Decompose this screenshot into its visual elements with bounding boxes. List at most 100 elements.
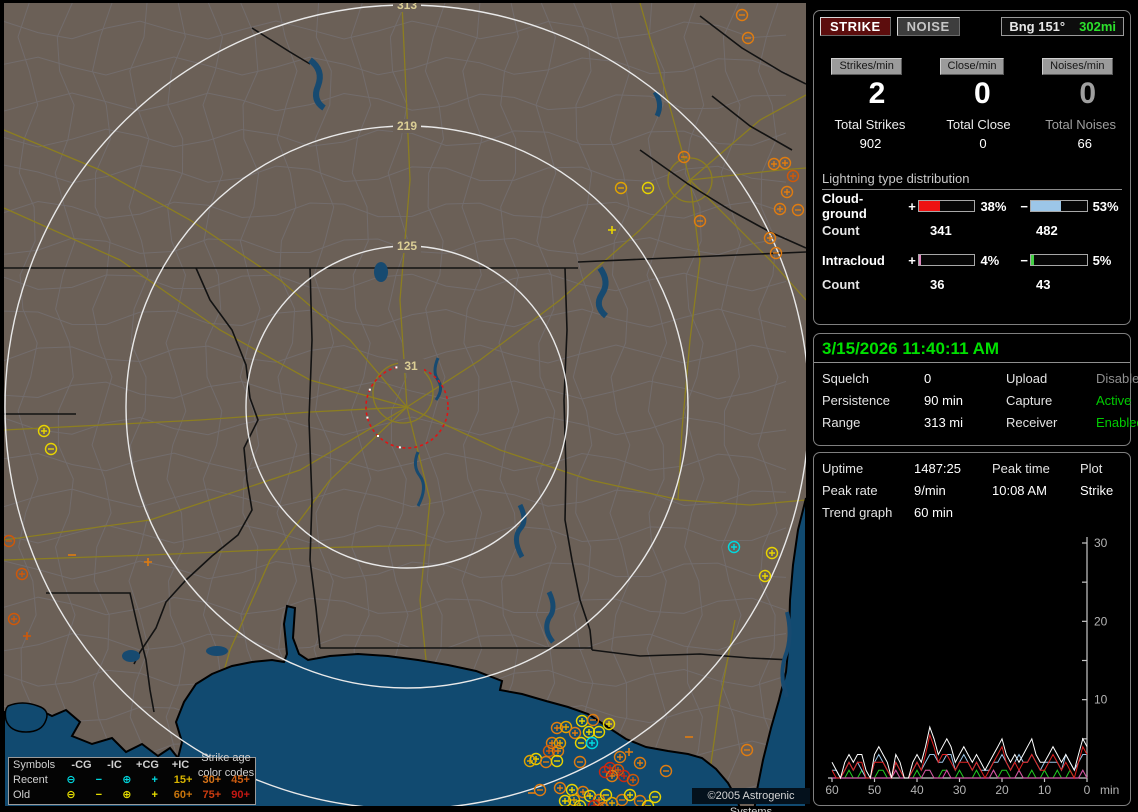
nexstorm-window: 31321912531 Symbols -CG -IC +CG +IC Stri… xyxy=(0,0,1138,812)
strikes-per-min-value: 2 xyxy=(814,77,919,111)
ic-count-label: Count xyxy=(822,277,930,292)
recent-pos-ic-icon: + xyxy=(141,773,169,788)
plus-sign: + xyxy=(906,253,918,268)
legend-recent-label: Recent xyxy=(9,773,57,788)
bearing-distance: 302mi xyxy=(1079,19,1116,34)
stats-panel: STRIKE NOISE Bng 151° 302mi Strikes/min … xyxy=(813,10,1131,325)
peak-rate-label: Peak rate xyxy=(822,483,914,498)
neg-cg-bar xyxy=(1030,200,1087,212)
capture-status: Active xyxy=(1096,393,1138,408)
trend-xtick-20: 20 xyxy=(995,783,1009,797)
pos-cg-count: 341 xyxy=(930,223,1036,238)
pos-ic-percent: 4% xyxy=(975,253,1017,268)
distribution-title: Lightning type distribution xyxy=(822,171,1122,190)
legend-col-neg-ic: -IC xyxy=(98,758,131,773)
plot-mode-value: Strike xyxy=(1080,483,1130,498)
trend-series-cg_pos xyxy=(832,735,1087,778)
receiver-label: Receiver xyxy=(1006,415,1096,430)
trend-graph: 1020306050403020100min xyxy=(814,531,1130,803)
close-per-min-chip: Close/min xyxy=(940,58,1005,75)
trend-graph-label: Trend graph xyxy=(822,505,914,520)
trend-ytick-10: 10 xyxy=(1094,693,1108,707)
legend-col-pos-cg: +CG xyxy=(131,758,164,773)
legend-col-neg-cg: -CG xyxy=(65,758,98,773)
pos-cg-bar xyxy=(918,200,975,212)
legend-symbols-label: Symbols xyxy=(9,758,65,773)
recent-pos-cg-icon: ⊕ xyxy=(113,773,141,788)
squelch-label: Squelch xyxy=(822,371,924,386)
trend-xtick-40: 40 xyxy=(910,783,924,797)
recent-neg-cg-icon: ⊖ xyxy=(57,773,85,788)
strike-legend: Symbols -CG -IC +CG +IC Strike age color… xyxy=(8,757,256,805)
neg-cg-percent: 53% xyxy=(1088,199,1130,214)
trend-xtick-10: 10 xyxy=(1038,783,1052,797)
legend-old-label: Old xyxy=(9,788,57,803)
trend-xtick-30: 30 xyxy=(953,783,967,797)
map-panel: 31321912531 Symbols -CG -IC +CG +IC Stri… xyxy=(0,0,810,812)
pos-ic-bar xyxy=(918,254,975,266)
neg-ic-count: 43 xyxy=(1036,277,1050,292)
bearing-readout: Bng 151° 302mi xyxy=(1001,17,1124,36)
uptime-value: 1487:25 xyxy=(914,461,992,476)
upload-label: Upload xyxy=(1006,371,1096,386)
status-panel: 3/15/2026 11:40:11 AM Squelch 0 Upload D… xyxy=(813,333,1131,446)
trend-window-value: 60 min xyxy=(914,505,992,520)
trend-xtick-60: 60 xyxy=(825,783,839,797)
intracloud-label: Intracloud xyxy=(822,253,906,268)
total-close-label: Total Close xyxy=(919,117,1024,132)
trend-ytick-20: 20 xyxy=(1094,614,1108,628)
old-neg-ic-icon: − xyxy=(85,788,113,803)
total-noises-label: Total Noises xyxy=(1025,117,1130,132)
old-pos-ic-icon: + xyxy=(141,788,169,803)
trend-xtick-50: 50 xyxy=(868,783,882,797)
ring-label-125: 125 xyxy=(397,239,417,253)
peak-rate-value: 9/min xyxy=(914,483,992,498)
plus-sign: + xyxy=(906,199,918,214)
age-15: 15+ xyxy=(169,773,198,788)
neg-ic-bar xyxy=(1030,254,1087,266)
session-panel: Uptime 1487:25 Peak time Plot Peak rate … xyxy=(813,452,1131,806)
neg-ic-percent: 5% xyxy=(1088,253,1130,268)
range-label: Range xyxy=(822,415,924,430)
map-canvas[interactable]: 31321912531 xyxy=(0,0,810,812)
age-75: 75+ xyxy=(197,788,226,803)
peak-time-label: Peak time xyxy=(992,461,1080,476)
legend-col-pos-ic: +IC xyxy=(164,758,197,773)
pos-cg-percent: 38% xyxy=(975,199,1017,214)
age-60: 60+ xyxy=(169,788,198,803)
recent-neg-ic-icon: − xyxy=(85,773,113,788)
ring-label-313: 313 xyxy=(397,0,417,12)
noises-per-min-value: 0 xyxy=(1025,77,1130,111)
persistence-label: Persistence xyxy=(822,393,924,408)
cloud-ground-label: Cloud-ground xyxy=(822,191,906,221)
ring-label-31: 31 xyxy=(404,359,418,373)
plot-label: Plot xyxy=(1080,461,1130,476)
age-30: 30+ xyxy=(197,773,226,788)
strikes-per-min-chip: Strikes/min xyxy=(831,58,901,75)
capture-label: Capture xyxy=(1006,393,1096,408)
range-value: 313 mi xyxy=(924,415,1006,430)
trend-x-unit: min xyxy=(1100,783,1119,797)
bearing-value: Bng 151° xyxy=(1009,19,1065,34)
total-noises-value: 66 xyxy=(1025,136,1130,151)
minus-sign: − xyxy=(1018,253,1030,268)
neg-cg-count: 482 xyxy=(1036,223,1058,238)
copyright-notice: ©2005 Astrogenic Systems xyxy=(692,788,810,804)
strike-toggle-button[interactable]: STRIKE xyxy=(820,17,891,36)
datetime-display: 3/15/2026 11:40:11 AM xyxy=(814,334,1130,363)
pos-ic-count: 36 xyxy=(930,277,1036,292)
persistence-value: 90 min xyxy=(924,393,1006,408)
close-per-min-value: 0 xyxy=(919,77,1024,111)
uptime-label: Uptime xyxy=(822,461,914,476)
noise-toggle-button[interactable]: NOISE xyxy=(897,17,960,36)
noises-per-min-chip: Noises/min xyxy=(1042,58,1112,75)
old-pos-cg-icon: ⊕ xyxy=(113,788,141,803)
total-strikes-value: 902 xyxy=(814,136,919,151)
trend-series-cg_neg xyxy=(832,755,1087,779)
side-panel: STRIKE NOISE Bng 151° 302mi Strikes/min … xyxy=(812,0,1134,812)
peak-time-value: 10:08 AM xyxy=(992,483,1080,498)
total-strikes-label: Total Strikes xyxy=(814,117,919,132)
squelch-value: 0 xyxy=(924,371,1006,386)
age-45: 45+ xyxy=(226,773,255,788)
cg-count-label: Count xyxy=(822,223,930,238)
